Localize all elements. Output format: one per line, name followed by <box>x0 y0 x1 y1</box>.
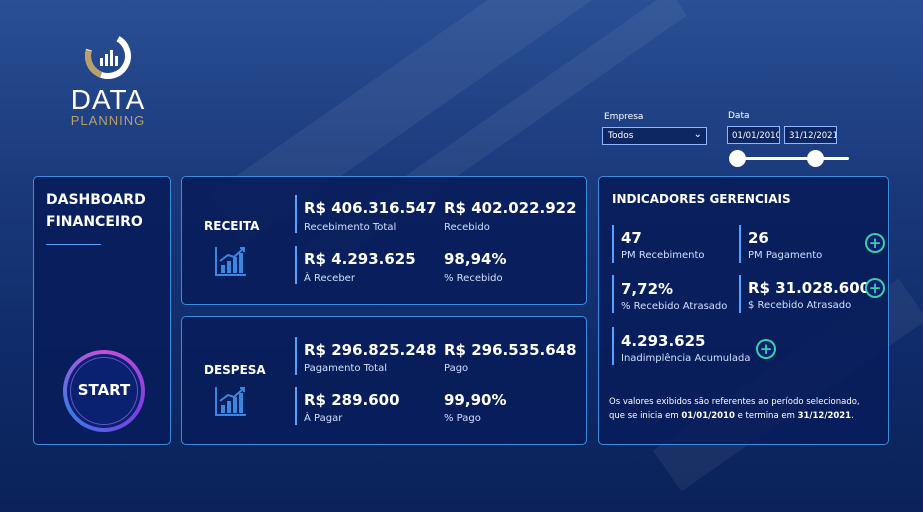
pago-label: Pago <box>444 363 469 374</box>
plus-circle-icon[interactable]: + <box>865 278 885 298</box>
slider-start-handle[interactable] <box>729 150 746 167</box>
dashboard-title: DASHBOARD FINANCEIRO <box>46 189 146 233</box>
date-start-input[interactable]: 01/01/2010 <box>727 126 780 144</box>
start-button-inner: START <box>67 354 141 428</box>
a-pagar-label: À Pagar <box>304 413 343 424</box>
inadimplencia-value: 4.293.625 <box>621 332 706 350</box>
percent-recebido-atrasado-value: 7,72% <box>621 280 674 298</box>
plus-circle-icon[interactable]: + <box>865 233 885 253</box>
recebimento-total-label: Recebimento Total <box>304 222 397 233</box>
metric-divider <box>612 225 614 263</box>
pm-pagamento-label: PM Pagamento <box>748 250 823 261</box>
start-button[interactable]: START <box>63 350 145 432</box>
note-end-date: 31/12/2021 <box>797 411 852 421</box>
a-receber-value: R$ 4.293.625 <box>304 250 416 268</box>
despesa-title: DESPESA <box>204 363 266 377</box>
bar-chart-icon <box>215 387 246 416</box>
pagamento-total-label: Pagamento Total <box>304 363 387 374</box>
despesa-card: DESPESA R$ 296.825.248 Pagamento Total R… <box>181 316 587 445</box>
percent-pago-label: % Pago <box>444 413 481 424</box>
plus-circle-icon[interactable]: + <box>756 339 776 359</box>
brand-line1: DATA <box>70 84 146 115</box>
brand-logo: DATA PLANNING <box>58 30 158 128</box>
plus-glyph: + <box>759 340 773 358</box>
slider-end-handle[interactable] <box>807 150 824 167</box>
data-label: Data <box>728 111 750 121</box>
metric-divider <box>612 275 614 313</box>
metric-divider <box>295 337 297 375</box>
dashboard-title-line1: DASHBOARD <box>46 192 146 208</box>
recebido-value: R$ 402.022.922 <box>444 199 577 217</box>
brand-line2: PLANNING <box>70 113 146 128</box>
metric-divider <box>612 327 614 365</box>
recebido-atrasado-value: R$ 31.028.600 <box>748 279 871 297</box>
a-receber-label: À Receber <box>304 273 355 284</box>
plus-glyph: + <box>868 279 882 297</box>
indicadores-card: INDICADORES GERENCIAIS 47 PM Recebimento… <box>598 176 889 445</box>
period-note: Os valores exibidos são referentes ao pe… <box>609 395 877 423</box>
dashboard-card: DASHBOARD FINANCEIRO START <box>33 176 171 445</box>
empresa-selected-value: Todos <box>608 131 634 141</box>
pm-pagamento-value: 26 <box>748 229 769 247</box>
recebimento-total-value: R$ 406.316.547 <box>304 199 437 217</box>
inadimplencia-label: Inadimplência Acumulada <box>621 353 751 364</box>
percent-recebido-value: 98,94% <box>444 250 507 268</box>
receita-title: RECEITA <box>204 219 260 233</box>
dashboard-title-line2: FINANCEIRO <box>46 214 143 230</box>
recebido-label: Recebido <box>444 222 490 233</box>
plus-glyph: + <box>868 234 882 252</box>
percent-recebido-atrasado-label: % Recebido Atrasado <box>621 301 728 312</box>
pm-recebimento-value: 47 <box>621 229 642 247</box>
date-end-input[interactable]: 31/12/2021 <box>784 126 837 144</box>
pm-recebimento-label: PM Recebimento <box>621 250 705 261</box>
metric-divider <box>739 275 741 313</box>
date-range-slider[interactable] <box>735 157 849 160</box>
note-start-date: 01/01/2010 <box>681 411 735 421</box>
pago-value: R$ 296.535.648 <box>444 341 577 359</box>
note-text: . <box>851 411 854 421</box>
title-underline <box>46 244 101 245</box>
donut-chart-icon <box>85 33 131 79</box>
receita-card: RECEITA R$ 406.316.547 Recebimento Total… <box>181 176 587 305</box>
bar-chart-icon <box>215 247 246 276</box>
chevron-down-icon: ⌄ <box>693 129 702 140</box>
empresa-label: Empresa <box>604 112 644 122</box>
empresa-select[interactable]: Todos ⌄ <box>602 127 707 145</box>
start-label: START <box>77 381 131 399</box>
metric-divider <box>295 195 297 233</box>
recebido-atrasado-label: $ Recebido Atrasado <box>748 300 852 311</box>
percent-recebido-label: % Recebido <box>444 273 503 284</box>
metric-divider <box>295 387 297 425</box>
metric-divider <box>739 225 741 263</box>
indicadores-title: INDICADORES GERENCIAIS <box>612 192 791 206</box>
percent-pago-value: 99,90% <box>444 391 507 409</box>
a-pagar-value: R$ 289.600 <box>304 391 400 409</box>
metric-divider <box>295 246 297 284</box>
note-text: e termina em <box>734 411 798 421</box>
pagamento-total-value: R$ 296.825.248 <box>304 341 437 359</box>
